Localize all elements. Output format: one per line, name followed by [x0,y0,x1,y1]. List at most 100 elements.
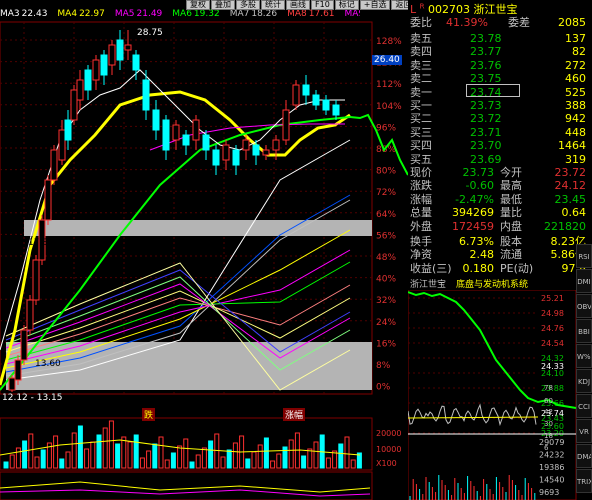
pct-axis-label: 128% [376,37,402,47]
toolbar-button-0[interactable]: 复权 [186,0,210,10]
ma-legend-ma3: MA3 22.43 [0,9,52,19]
candle-body [58,129,66,161]
intraday-chart[interactable]: 25.2124.9824.7624.5424.3224.1023.8823.66… [408,290,592,500]
ma-label: MA6 [172,9,192,19]
candle-body [8,377,16,391]
volume-bar [121,436,127,469]
volume-bar [263,437,269,469]
candle-body [162,119,170,151]
toolbar-button-5[interactable]: F10 [311,0,334,10]
pct-axis-label: 40% [376,275,396,285]
volume-bar [270,460,276,469]
quote-label: PE(动) [500,261,534,275]
ma-legend-ma5: MA5 21.49 [115,9,167,19]
toolbar-button-2[interactable]: 多股 [236,0,260,10]
tab-sector[interactable]: 底盘与发动机系统 [456,277,528,290]
toolbar-button-7[interactable]: +自选 [359,0,391,10]
volume-bar [301,455,307,469]
quote-value: 221820 [544,219,586,233]
intra-price-label: 24.54 [541,339,564,348]
best-ask-highlight [466,84,520,97]
indicator-button-6[interactable]: CCI [576,394,592,418]
volume-bar [257,444,263,469]
pct-axis-label: 64% [376,210,396,220]
ma-label: MA9 [344,9,360,19]
toolbar-button-1[interactable]: 叠加 [211,0,235,10]
volume-bar [90,441,96,469]
candle-body [332,104,340,116]
volume-bar [115,443,121,469]
volume-bar [276,453,282,469]
candle-body [282,109,290,141]
ma-value: 19.32 [193,9,220,19]
volume-bar [307,448,313,469]
volume-bar [9,454,15,469]
ratio-label: 委比 [410,16,432,29]
ma-label: MA3 [0,9,20,19]
candle-body [292,84,300,106]
indicator-button-7[interactable]: VR [576,419,592,443]
tab-stock[interactable]: 浙江世宝 [410,277,446,290]
right-vol-label: 24232 [539,451,564,460]
toolbar-button-4[interactable]: 画线 [286,0,310,10]
candle-body [172,124,180,141]
volume-bar [34,456,40,469]
range-label: 12.12 - 13.15 [2,393,63,403]
right-vol-label: 19386 [539,463,564,472]
indicator-button-3[interactable]: BBI [576,319,592,343]
ma-value: 22.97 [79,9,105,19]
volume-bar [164,459,170,469]
volume-bar [332,450,338,469]
kline-chart[interactable]: 128%120%112%104%96%88%80%72%64%56%48%40%… [0,0,408,500]
volume-bar [338,443,344,469]
volume-bar [158,436,164,469]
candle-body [32,259,40,301]
volume-bar [226,449,232,469]
volume-bar [183,438,189,469]
volume-bar [232,442,238,469]
candle-body [116,39,124,61]
candle-body [192,119,200,141]
candle-body [64,119,72,141]
volume-bar [53,435,59,469]
ma-legend-ma4: MA4 22.97 [57,9,109,19]
indicator-button-0[interactable]: RSI [576,244,592,268]
indicator-button-9[interactable]: TRIX [576,469,592,493]
volume-bar [127,441,133,469]
volume-bar [288,439,294,469]
intra-low-tag: 23.60 [541,422,564,431]
upper-gray-band [24,220,372,236]
pct-axis-label: 96% [376,123,396,133]
toolbar-button-3[interactable]: 统计 [261,0,285,10]
indicator-button-5[interactable]: KDJ [576,369,592,393]
band-lower-label: 13.60 [35,359,61,369]
candle-body [322,99,330,111]
candle-body [232,149,240,166]
indicator-button-1[interactable]: DMI [576,269,592,293]
volume-bar [77,425,83,469]
pct-axis-label: 72% [376,188,396,198]
pct-axis-label: 48% [376,253,396,263]
volume-bar [220,456,226,469]
indicator-button-4[interactable]: W%R [576,344,592,368]
chart-toolbar: 复权 叠加 多股 统计 画线 F10 标记 +自选 返回 [186,0,416,10]
candle-body [92,59,100,81]
ma-value: 21.49 [136,9,163,19]
volume-bar [28,433,34,469]
up-marker: 涨幅 [283,408,306,421]
intra-current-tag: 23.74 [541,409,564,418]
quote-label: 内盘 [500,219,522,233]
intra-price-label: 25.21 [541,294,564,303]
right-vol-label: 29079 [539,438,564,447]
quote-row: 收益(三) 0.180 PE(动) 97.8 [408,261,592,276]
volume-bar [189,461,195,469]
toolbar-button-6[interactable]: 标记 [334,0,359,10]
pct-axis-label: 24% [376,318,396,328]
indicator-line-2 [0,489,371,497]
indicator-button-2[interactable]: OBV [576,294,592,318]
indicator-sidebar: RSIDMIOBVBBIW%RKDJCCIVRDMATRIX [576,244,592,500]
ratio-row: 委比 41.39% 委差 2085 [408,15,592,30]
volume-bar [96,434,102,469]
indicator-button-8[interactable]: DMA [576,444,592,468]
intra-vol-label: 60 [544,397,553,405]
